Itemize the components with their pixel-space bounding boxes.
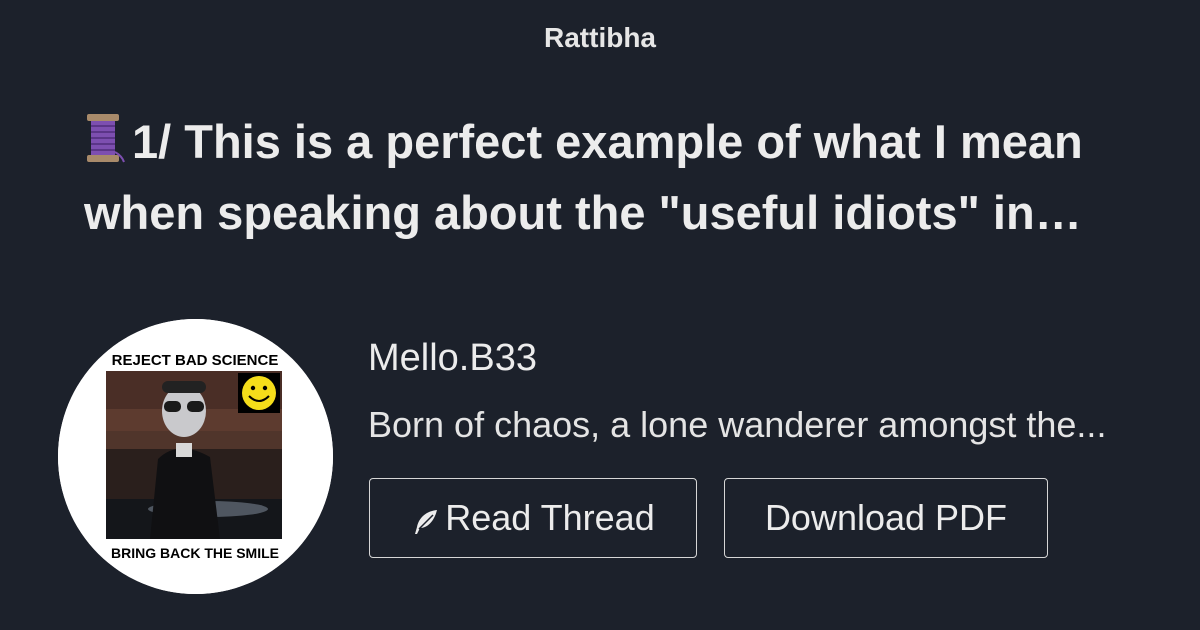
avatar-top-text: REJECT BAD SCIENCE (112, 352, 279, 369)
read-thread-button[interactable]: Read Thread (369, 478, 697, 558)
download-pdf-button[interactable]: Download PDF (724, 478, 1048, 558)
avatar-image: REJECT BAD SCIENCE BRING BACK THE SMILE (58, 319, 333, 594)
thread-title: 1/ This is a perfect example of what I m… (84, 106, 1124, 248)
thread-title-text: 1/ This is a perfect example of what I m… (84, 115, 1083, 239)
author-avatar[interactable]: REJECT BAD SCIENCE BRING BACK THE SMILE (58, 319, 333, 594)
read-thread-label: Read Thread (445, 497, 655, 538)
download-pdf-label: Download PDF (764, 497, 1008, 538)
author-bio: Born of chaos, a lone wanderer amongst t… (368, 404, 1107, 445)
author-name[interactable]: Mello.B33 (368, 337, 537, 380)
avatar-bottom-text: BRING BACK THE SMILE (111, 545, 279, 561)
thread-spool-icon (87, 114, 125, 163)
site-name: Rattibha (544, 22, 656, 53)
feather-icon (415, 510, 438, 534)
